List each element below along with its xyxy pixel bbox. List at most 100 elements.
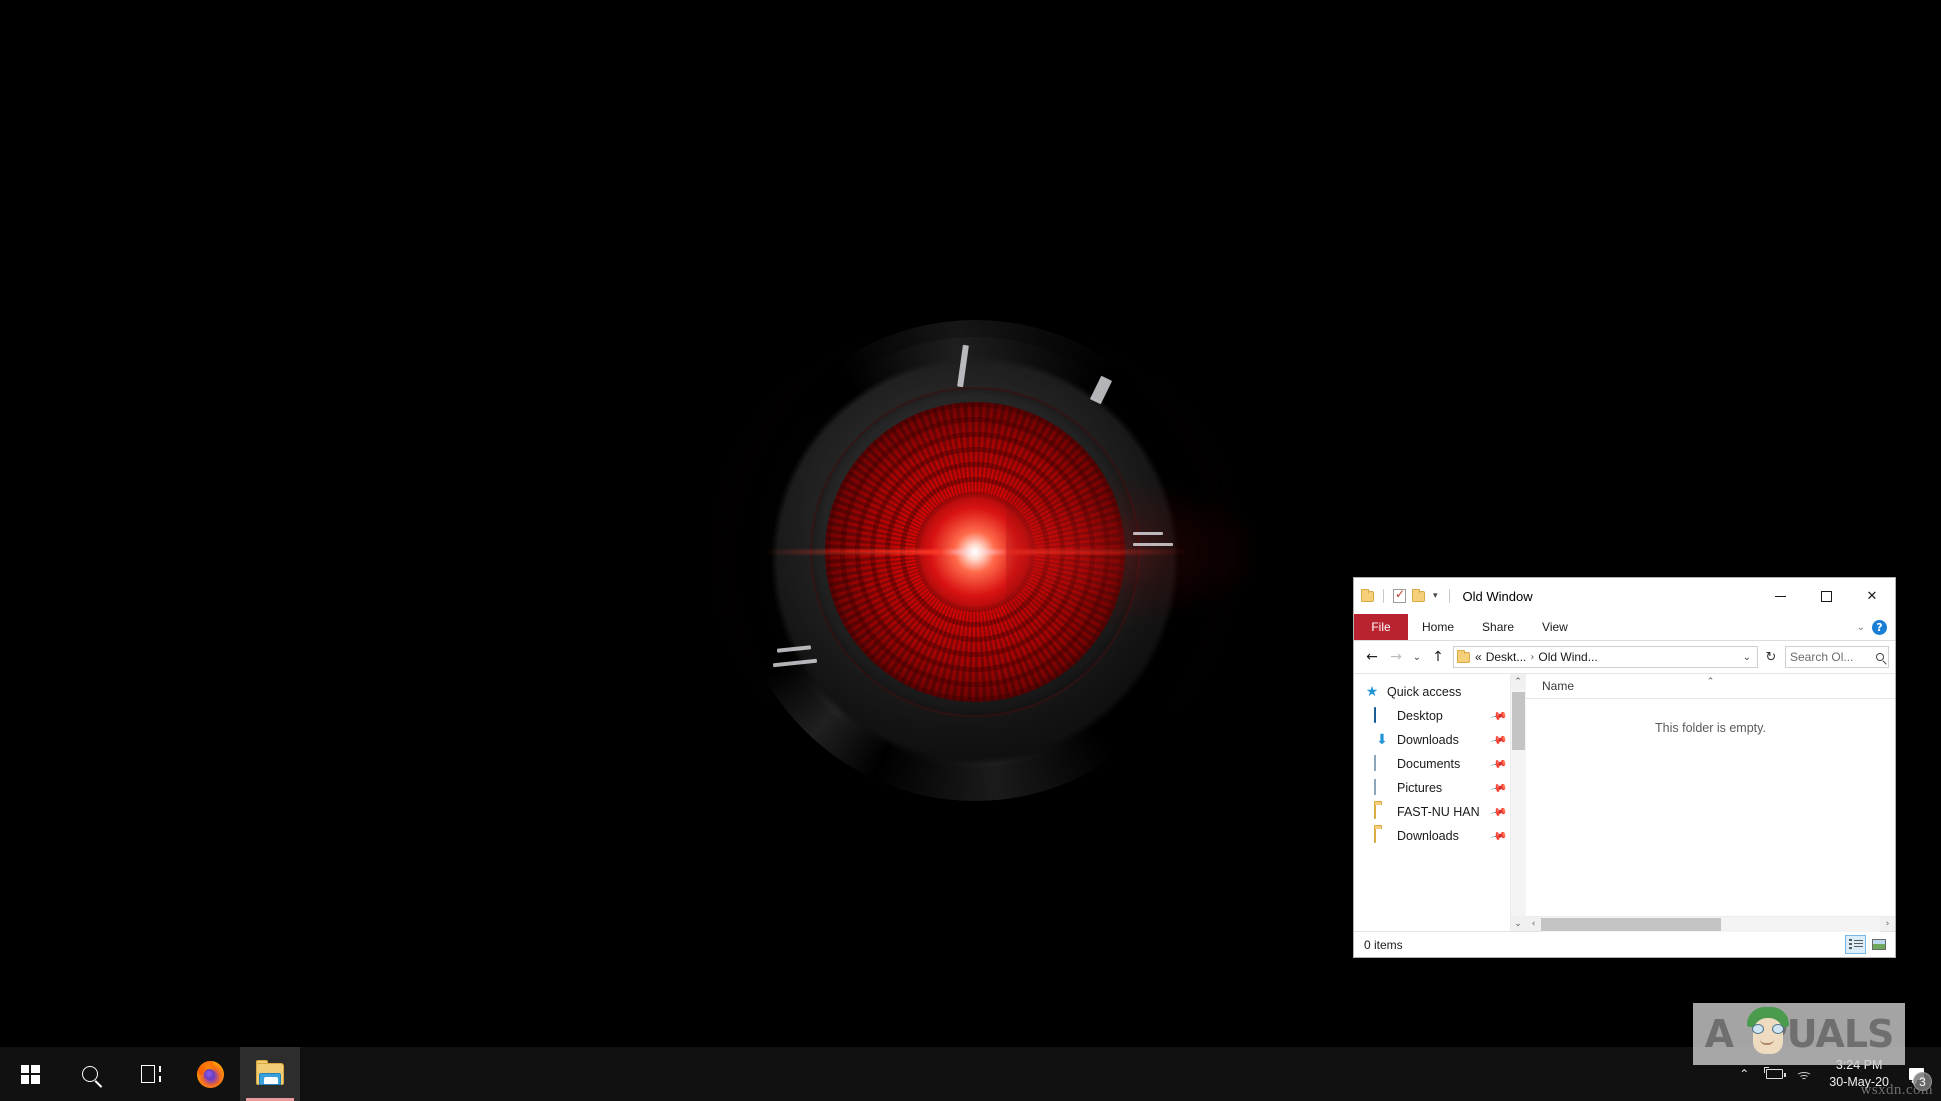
- large-icons-view-button[interactable]: [1868, 935, 1889, 954]
- close-button[interactable]: ✕: [1849, 578, 1895, 614]
- empty-folder-area[interactable]: This folder is empty.: [1526, 699, 1895, 916]
- address-dropdown-icon[interactable]: ⌄: [1740, 652, 1754, 663]
- source-watermark: wsxdn.com: [1860, 1082, 1933, 1098]
- star-pin-icon: ★: [1365, 684, 1379, 700]
- scroll-left-icon[interactable]: ‹: [1526, 916, 1541, 932]
- sidebar-item-fast-nu-han[interactable]: FAST-NU HAN 📌: [1354, 800, 1510, 824]
- sidebar-item-label: Pictures: [1397, 781, 1443, 795]
- appuals-watermark-text: APPUALS: [1705, 1012, 1895, 1056]
- maximize-icon: [1820, 590, 1832, 602]
- sidebar-item-downloads-folder[interactable]: Downloads 📌: [1354, 824, 1510, 848]
- scrollbar-track[interactable]: [1510, 689, 1526, 916]
- sidebar-item-downloads-qa[interactable]: ⬇ Downloads 📌: [1354, 728, 1510, 752]
- maximize-button[interactable]: [1803, 578, 1849, 614]
- file-explorer-taskbar-button[interactable]: [240, 1047, 300, 1101]
- task-view-button[interactable]: [120, 1047, 180, 1101]
- hscrollbar-track[interactable]: [1541, 916, 1880, 932]
- pictures-icon: [1374, 779, 1390, 796]
- search-input[interactable]: Search Ol...: [1785, 646, 1889, 668]
- up-button[interactable]: ↑: [1426, 645, 1450, 669]
- file-list-horizontal-scrollbar[interactable]: ‹ ›: [1526, 916, 1895, 932]
- task-view-icon: [139, 1065, 161, 1083]
- explorer-folder-icon[interactable]: [1361, 588, 1374, 602]
- pin-icon[interactable]: 📌: [1490, 731, 1509, 750]
- sidebar-item-quick-access[interactable]: ★ Quick access: [1354, 680, 1510, 704]
- window-title-bar[interactable]: ▾ Old Window ✕: [1354, 578, 1895, 614]
- file-list-pane[interactable]: Name ⌃ This folder is empty. ‹ ›: [1526, 674, 1895, 932]
- sidebar-item-label: Quick access: [1387, 685, 1462, 699]
- start-button[interactable]: [0, 1047, 60, 1101]
- search-button[interactable]: [60, 1047, 120, 1101]
- desktop[interactable]: ▾ Old Window ✕ File Home Share View ⌄ ? …: [0, 0, 1941, 1101]
- file-explorer-window[interactable]: ▾ Old Window ✕ File Home Share View ⌄ ? …: [1353, 577, 1896, 958]
- navigation-pane[interactable]: ★ Quick access Desktop 📌 ⬇ Downloads 📌 D…: [1354, 674, 1526, 931]
- breadcrumb-item-old-window[interactable]: Old Wind...: [1538, 650, 1597, 664]
- scrollbar-thumb[interactable]: [1511, 692, 1525, 750]
- minimize-button[interactable]: [1757, 578, 1803, 614]
- back-button[interactable]: ←: [1360, 645, 1384, 669]
- quick-access-toolbar[interactable]: ▾: [1361, 587, 1453, 603]
- pin-icon[interactable]: 📌: [1490, 803, 1509, 822]
- address-folder-icon: [1457, 649, 1470, 663]
- qat-divider: [1448, 589, 1450, 603]
- windows-logo-icon: [20, 1064, 40, 1084]
- view-mode-buttons[interactable]: [1845, 935, 1889, 954]
- sidebar-item-documents[interactable]: Documents 📌: [1354, 752, 1510, 776]
- breadcrumb-separator: ›: [1530, 651, 1535, 663]
- scroll-down-icon[interactable]: ⌄: [1510, 916, 1526, 931]
- help-icon[interactable]: ?: [1872, 619, 1887, 635]
- address-input[interactable]: « Deskt... › Old Wind... ⌄: [1453, 646, 1758, 668]
- tab-share[interactable]: Share: [1468, 614, 1528, 640]
- customize-qat-caret-icon[interactable]: ▾: [1431, 591, 1440, 601]
- scroll-right-icon[interactable]: ›: [1880, 916, 1895, 932]
- tab-file[interactable]: File: [1354, 614, 1408, 640]
- search-placeholder: Search Ol...: [1790, 650, 1854, 664]
- window-controls[interactable]: ✕: [1757, 578, 1895, 614]
- sort-ascending-icon: ⌃: [1706, 677, 1715, 687]
- search-icon: [1876, 653, 1884, 661]
- properties-icon[interactable]: [1393, 587, 1406, 603]
- scroll-up-icon[interactable]: ⌃: [1510, 674, 1526, 689]
- ribbon-tab-strip[interactable]: File Home Share View ⌄ ?: [1354, 614, 1895, 641]
- navigation-list[interactable]: ★ Quick access Desktop 📌 ⬇ Downloads 📌 D…: [1354, 674, 1510, 931]
- pin-icon[interactable]: 📌: [1490, 779, 1509, 798]
- hscrollbar-thumb[interactable]: [1541, 917, 1721, 931]
- new-folder-icon[interactable]: [1412, 588, 1425, 602]
- status-bar: 0 items: [1354, 931, 1895, 957]
- navigation-pane-scrollbar[interactable]: ⌃ ⌄: [1510, 674, 1526, 931]
- firefox-taskbar-button[interactable]: [180, 1047, 240, 1101]
- details-view-button[interactable]: [1845, 935, 1866, 954]
- window-body: ★ Quick access Desktop 📌 ⬇ Downloads 📌 D…: [1354, 674, 1895, 932]
- sidebar-item-label: Downloads: [1397, 829, 1459, 843]
- refresh-button[interactable]: ↻: [1761, 646, 1781, 668]
- window-title: Old Window: [1462, 588, 1533, 604]
- breadcrumb-item-desktop[interactable]: Deskt...: [1486, 650, 1527, 664]
- firefox-icon: [196, 1060, 224, 1088]
- pin-icon[interactable]: 📌: [1490, 755, 1509, 774]
- sidebar-item-label: Desktop: [1397, 709, 1443, 723]
- column-header-name[interactable]: Name: [1526, 679, 1574, 693]
- forward-button[interactable]: →: [1384, 645, 1408, 669]
- column-header-row[interactable]: Name ⌃: [1526, 674, 1895, 699]
- breadcrumb[interactable]: « Deskt... › Old Wind...: [1475, 650, 1735, 664]
- chevron-down-icon[interactable]: ⌄: [1857, 622, 1865, 633]
- taskbar[interactable]: ⌃ 3:24 PM 30-May-20 3: [0, 1047, 1941, 1101]
- eye-notch: [1133, 532, 1163, 535]
- sidebar-item-pictures[interactable]: Pictures 📌: [1354, 776, 1510, 800]
- details-view-icon: [1848, 939, 1863, 950]
- minimize-icon: [1774, 595, 1786, 597]
- battery-icon: [1763, 1067, 1786, 1079]
- sidebar-item-desktop[interactable]: Desktop 📌: [1354, 704, 1510, 728]
- folder-icon: [1374, 827, 1390, 844]
- documents-icon: [1374, 755, 1390, 772]
- qat-divider: [1383, 589, 1384, 603]
- ribbon-right-controls[interactable]: ⌄ ?: [1857, 614, 1895, 640]
- tab-home[interactable]: Home: [1408, 614, 1468, 640]
- address-bar-row[interactable]: ← → ⌄ ↑ « Deskt... › Old Wind... ⌄ ↻ Sea…: [1354, 641, 1895, 674]
- appuals-watermark: APPUALS: [1693, 1003, 1905, 1065]
- recent-locations-button[interactable]: ⌄: [1408, 645, 1426, 669]
- pin-icon[interactable]: 📌: [1490, 827, 1509, 846]
- tab-view[interactable]: View: [1528, 614, 1582, 640]
- pin-icon[interactable]: 📌: [1490, 707, 1509, 726]
- eye-side-bloom: [1006, 472, 1257, 632]
